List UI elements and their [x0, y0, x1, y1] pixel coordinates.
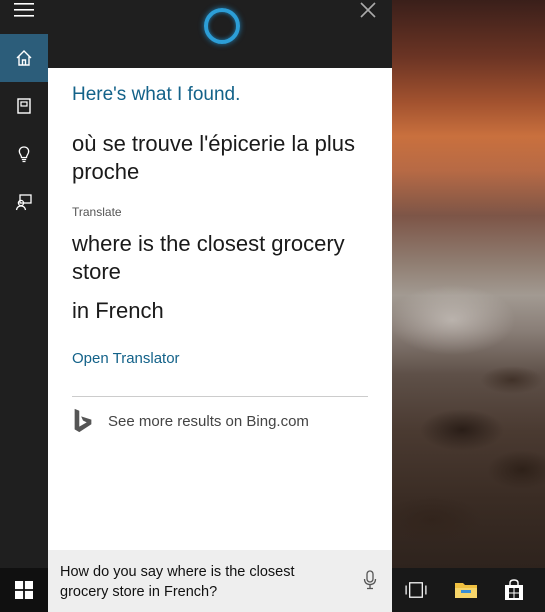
- cortana-ring-icon: [204, 8, 240, 44]
- translated-phrase: where is the closest grocery store: [72, 231, 345, 284]
- language-label: in French: [72, 298, 164, 323]
- source-phrase: où se trouve l'épicerie la plus proche: [72, 131, 356, 184]
- bing-logo-icon: [74, 408, 92, 433]
- nav-reminders-button[interactable]: [0, 130, 48, 178]
- microphone-icon: [363, 570, 377, 590]
- results-heading: Here's what I found.: [72, 84, 241, 105]
- cortana-nav-rail: [0, 0, 48, 568]
- home-icon: [16, 50, 32, 66]
- file-explorer-button[interactable]: [452, 576, 480, 604]
- store-button[interactable]: [500, 576, 528, 604]
- desktop-wallpaper: [392, 0, 545, 568]
- open-translator-link[interactable]: Open Translator: [72, 350, 180, 367]
- hamburger-menu-icon: [14, 3, 34, 17]
- translate-label: Translate: [72, 205, 122, 219]
- lightbulb-icon: [18, 146, 30, 163]
- file-explorer-icon: [455, 583, 477, 598]
- close-button[interactable]: [358, 0, 378, 20]
- microphone-button[interactable]: [362, 570, 378, 590]
- start-button[interactable]: [0, 568, 48, 612]
- query-text[interactable]: How do you say where is the closest groc…: [60, 562, 340, 602]
- hamburger-menu-button[interactable]: [0, 0, 48, 22]
- nav-feedback-button[interactable]: [0, 178, 48, 226]
- store-icon: [505, 579, 523, 600]
- bing-link-text: See more results on Bing.com: [108, 412, 309, 430]
- feedback-icon: [15, 194, 32, 211]
- close-icon: [360, 2, 376, 18]
- divider: [72, 396, 368, 397]
- bing-results-link[interactable]: See more results on Bing.com: [72, 406, 309, 436]
- taskbar: [392, 568, 545, 612]
- cortana-query-box[interactable]: How do you say where is the closest groc…: [48, 550, 392, 612]
- nav-notebook-button[interactable]: [0, 82, 48, 130]
- notebook-icon: [17, 98, 31, 114]
- windows-start-icon: [15, 581, 33, 599]
- cortana-results-panel: Here's what I found. où se trouve l'épic…: [48, 68, 392, 550]
- cortana-header: [48, 0, 392, 68]
- task-view-icon: [405, 582, 427, 598]
- task-view-button[interactable]: [402, 576, 430, 604]
- nav-home-button[interactable]: [0, 34, 48, 82]
